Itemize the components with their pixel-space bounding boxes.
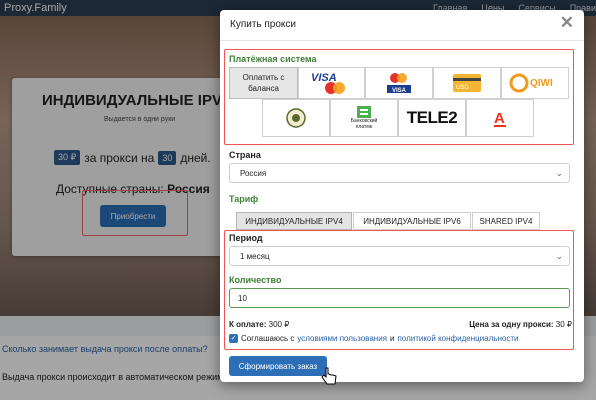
chevron-down-icon: ⌄ [555,168,563,178]
pay-method-bank-transfer[interactable]: Банковский платеж [330,99,398,137]
submit-order-button[interactable]: Сформировать заказ [229,356,327,376]
pay-method-qiwi[interactable]: QIWI [501,67,569,99]
unit-price-label: Цена за одну прокси: [469,320,554,329]
pay-method-tele2[interactable]: TELE2 [398,99,466,137]
buy-proxy-modal: Купить прокси ✕ Платёжная система Оплати… [220,10,584,385]
chevron-down-icon: ⌄ [555,251,563,261]
bank-transfer-label: Банковский платеж [350,118,378,130]
agreement-checkbox[interactable]: ✓ [229,334,238,343]
svg-text:VISA: VISA [392,88,407,94]
tariff-ipv4-individual[interactable]: ИНДИВИДУАЛЬНЫЕ IPV4 [236,212,352,230]
country-value: Россия [240,168,267,178]
alfa-bank-icon: А [494,110,506,127]
pay-balance-label: Оплатить с баланса [242,73,285,93]
pay-method-usd-card[interactable]: USD [433,67,501,99]
svg-text:USD: USD [456,85,469,91]
terms-link[interactable]: условиями пользования [297,334,387,343]
pay-method-sberbank[interactable] [262,99,330,137]
total-to-pay: К оплате: 300 ₽ [229,320,289,329]
svg-text:А: А [494,110,505,127]
quantity-input[interactable]: 10 [229,288,570,308]
bank-transfer-icon [357,106,371,118]
agreement-row: ✓ Соглашаюсь с условиями пользования и п… [229,334,518,343]
pay-method-mastercard-visa[interactable]: VISA [365,67,433,99]
period-value: 1 месяц [240,251,270,261]
country-label: Страна [229,150,261,160]
unit-price-value: 30 ₽ [555,320,572,329]
privacy-link[interactable]: политикой конфиденциальности [397,334,518,343]
period-label: Период [229,233,263,243]
qiwi-icon: QIWI [509,73,553,93]
total-value: 300 ₽ [268,320,290,329]
close-icon[interactable]: ✕ [560,13,574,33]
period-select[interactable]: 1 месяц ⌄ [229,246,570,266]
quantity-value: 10 [238,293,247,303]
pay-method-balance[interactable]: Оплатить с баланса [229,67,298,99]
agreement-and: и [390,334,395,343]
hand-pointer-icon [321,367,337,385]
tariff-label: Тариф [229,194,259,204]
tariff-ipv6-individual[interactable]: ИНДИВИДУАЛЬНЫЕ IPV6 [353,212,471,230]
agreement-prefix: Соглашаюсь с [241,334,295,343]
country-select[interactable]: Россия ⌄ [229,163,570,183]
quantity-label: Количество [229,275,282,285]
tele2-logo: TELE2 [406,108,458,127]
pay-method-visa-mastercard[interactable]: VISA [298,67,365,99]
payment-label: Платёжная система [229,54,317,64]
sberbank-emblem-icon [286,108,306,128]
modal-header-divider [220,40,584,41]
bank-transfer-logo: Банковский платеж [346,106,382,130]
tariff-ipv4-shared[interactable]: SHARED IPV4 [472,212,540,230]
svg-text:QIWI: QIWI [530,78,553,89]
mastercard-visa-icon: VISA [387,73,411,94]
usd-card-icon: USD [453,74,481,92]
total-label: К оплате: [229,320,267,329]
modal-title: Купить прокси [230,19,297,30]
unit-price: Цена за одну прокси: 30 ₽ [469,320,572,329]
visa-mastercard-icon: VISA [311,72,345,94]
pay-method-alfa[interactable]: А [466,99,534,137]
svg-text:VISA: VISA [311,72,337,84]
